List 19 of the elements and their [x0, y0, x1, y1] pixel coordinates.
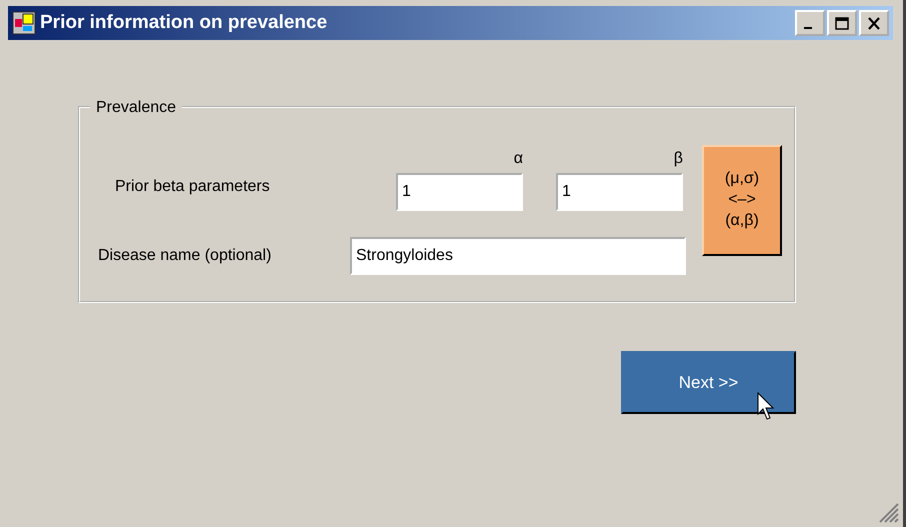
parameter-caption: α [514, 150, 523, 167]
parameter-field[interactable]: 1 [556, 173, 683, 211]
maximize-icon [834, 16, 850, 30]
next-button[interactable]: Next >> [621, 351, 796, 414]
close-icon [866, 16, 882, 30]
cursor-icon [757, 392, 777, 422]
minimize-button[interactable] [795, 10, 825, 36]
resize-grip-icon [877, 501, 899, 523]
disease-name-field[interactable]: Strongyloides [350, 237, 686, 275]
field-label: Prior beta parameters [115, 177, 271, 197]
close-button[interactable] [859, 10, 889, 36]
window-title: Prior information on prevalence [40, 10, 328, 35]
parameter-field[interactable]: 1 [396, 173, 523, 211]
app-icon [12, 11, 36, 35]
parameter-caption: β [674, 150, 683, 167]
field-label: Disease name (optional) [98, 246, 272, 266]
convert-button[interactable]: (μ,σ) <–> (α,β) [702, 145, 782, 256]
maximize-button[interactable] [827, 10, 857, 36]
minimize-icon [804, 27, 812, 29]
